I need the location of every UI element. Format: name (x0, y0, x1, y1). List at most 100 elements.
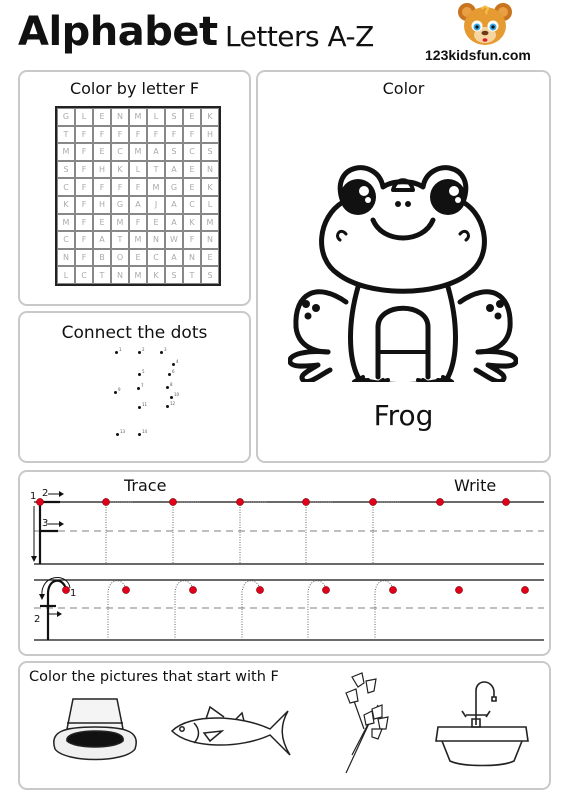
grid-cell[interactable]: H (93, 195, 111, 214)
grid-cell[interactable]: T (147, 160, 165, 179)
grid-cell[interactable]: S (165, 143, 183, 161)
grid-cell[interactable]: F (111, 178, 129, 196)
fish-icon[interactable] (170, 703, 295, 763)
grid-cell[interactable]: T (183, 266, 201, 284)
dot-point[interactable] (170, 396, 173, 399)
dot-point[interactable] (137, 387, 140, 390)
grid-cell[interactable]: M (129, 143, 147, 161)
dot-point[interactable] (138, 351, 141, 354)
grid-cell[interactable]: M (111, 213, 129, 232)
grid-cell[interactable]: E (201, 248, 219, 267)
dot-point[interactable] (138, 373, 141, 376)
grid-cell[interactable]: N (111, 108, 129, 126)
grid-cell[interactable]: C (75, 266, 93, 284)
grid-cell[interactable]: L (57, 266, 75, 284)
dot-point[interactable] (166, 386, 169, 389)
grid-cell[interactable]: M (129, 108, 147, 126)
grid-cell[interactable]: E (147, 213, 165, 232)
grid-cell[interactable]: M (147, 178, 165, 196)
grid-cell[interactable]: F (165, 125, 183, 144)
grid-cell[interactable]: F (75, 195, 93, 214)
grid-cell[interactable]: F (129, 178, 147, 196)
grid-cell[interactable]: C (183, 143, 201, 161)
grid-cell[interactable]: G (165, 178, 183, 196)
dot-point[interactable] (138, 406, 141, 409)
grid-cell[interactable]: N (201, 231, 219, 249)
grid-cell[interactable]: E (93, 108, 111, 126)
grid-cell[interactable]: L (201, 195, 219, 214)
grid-cell[interactable]: E (183, 160, 201, 179)
grid-cell[interactable]: F (75, 213, 93, 232)
grid-cell[interactable]: S (165, 108, 183, 126)
grid-cell[interactable]: F (129, 125, 147, 144)
grid-cell[interactable]: N (147, 231, 165, 249)
grid-cell[interactable]: F (75, 231, 93, 249)
grid-cell[interactable]: J (147, 195, 165, 214)
grid-cell[interactable]: H (93, 160, 111, 179)
grid-cell[interactable]: E (183, 178, 201, 196)
grid-cell[interactable]: A (165, 248, 183, 267)
grid-cell[interactable]: C (57, 178, 75, 196)
grid-cell[interactable]: G (57, 108, 75, 126)
dot-point[interactable] (115, 351, 118, 354)
grid-cell[interactable]: L (147, 108, 165, 126)
grid-cell[interactable]: F (111, 125, 129, 144)
sink-faucet-icon[interactable] (432, 675, 532, 767)
grid-cell[interactable]: E (93, 143, 111, 161)
grid-cell[interactable]: F (93, 178, 111, 196)
dot-point[interactable] (168, 373, 171, 376)
hat-icon[interactable] (45, 691, 145, 771)
grid-cell[interactable]: H (201, 125, 219, 144)
grid-cell[interactable]: C (111, 143, 129, 161)
grid-cell[interactable]: F (183, 125, 201, 144)
grid-cell[interactable]: F (75, 178, 93, 196)
grid-cell[interactable]: F (75, 160, 93, 179)
grid-cell[interactable]: C (57, 231, 75, 249)
flowers-icon[interactable] (342, 671, 392, 776)
grid-cell[interactable]: A (93, 231, 111, 249)
dot-point[interactable] (116, 433, 119, 436)
dot-point[interactable] (160, 351, 163, 354)
grid-cell[interactable]: T (93, 266, 111, 284)
grid-cell[interactable]: L (129, 160, 147, 179)
grid-cell[interactable]: B (93, 248, 111, 267)
grid-cell[interactable]: K (147, 266, 165, 284)
grid-cell[interactable]: F (75, 248, 93, 267)
grid-cell[interactable]: M (57, 213, 75, 232)
grid-cell[interactable]: M (57, 143, 75, 161)
grid-cell[interactable]: A (165, 160, 183, 179)
grid-cell[interactable]: S (201, 266, 219, 284)
grid-cell[interactable]: E (183, 108, 201, 126)
grid-cell[interactable]: A (165, 195, 183, 214)
grid-cell[interactable]: F (183, 231, 201, 249)
grid-cell[interactable]: N (57, 248, 75, 267)
dot-point[interactable] (114, 391, 117, 394)
grid-cell[interactable]: S (201, 143, 219, 161)
grid-cell[interactable]: S (165, 266, 183, 284)
grid-cell[interactable]: C (183, 195, 201, 214)
grid-cell[interactable]: K (201, 108, 219, 126)
grid-cell[interactable]: M (201, 213, 219, 232)
grid-cell[interactable]: M (129, 231, 147, 249)
grid-cell[interactable]: F (129, 213, 147, 232)
grid-cell[interactable]: A (129, 195, 147, 214)
grid-cell[interactable]: F (75, 125, 93, 144)
dot-point[interactable] (138, 433, 141, 436)
grid-cell[interactable]: K (183, 213, 201, 232)
grid-cell[interactable]: C (147, 248, 165, 267)
grid-cell[interactable]: N (111, 266, 129, 284)
grid-cell[interactable]: N (183, 248, 201, 267)
grid-cell[interactable]: W (165, 231, 183, 249)
grid-cell[interactable]: T (111, 231, 129, 249)
grid-cell[interactable]: E (129, 248, 147, 267)
grid-cell[interactable]: T (57, 125, 75, 144)
grid-cell[interactable]: G (111, 195, 129, 214)
grid-cell[interactable]: N (201, 160, 219, 179)
grid-cell[interactable]: F (93, 125, 111, 144)
grid-cell[interactable]: O (111, 248, 129, 267)
grid-cell[interactable]: K (201, 178, 219, 196)
grid-cell[interactable]: A (165, 213, 183, 232)
grid-cell[interactable]: M (129, 266, 147, 284)
grid-cell[interactable]: S (57, 160, 75, 179)
grid-cell[interactable]: K (111, 160, 129, 179)
